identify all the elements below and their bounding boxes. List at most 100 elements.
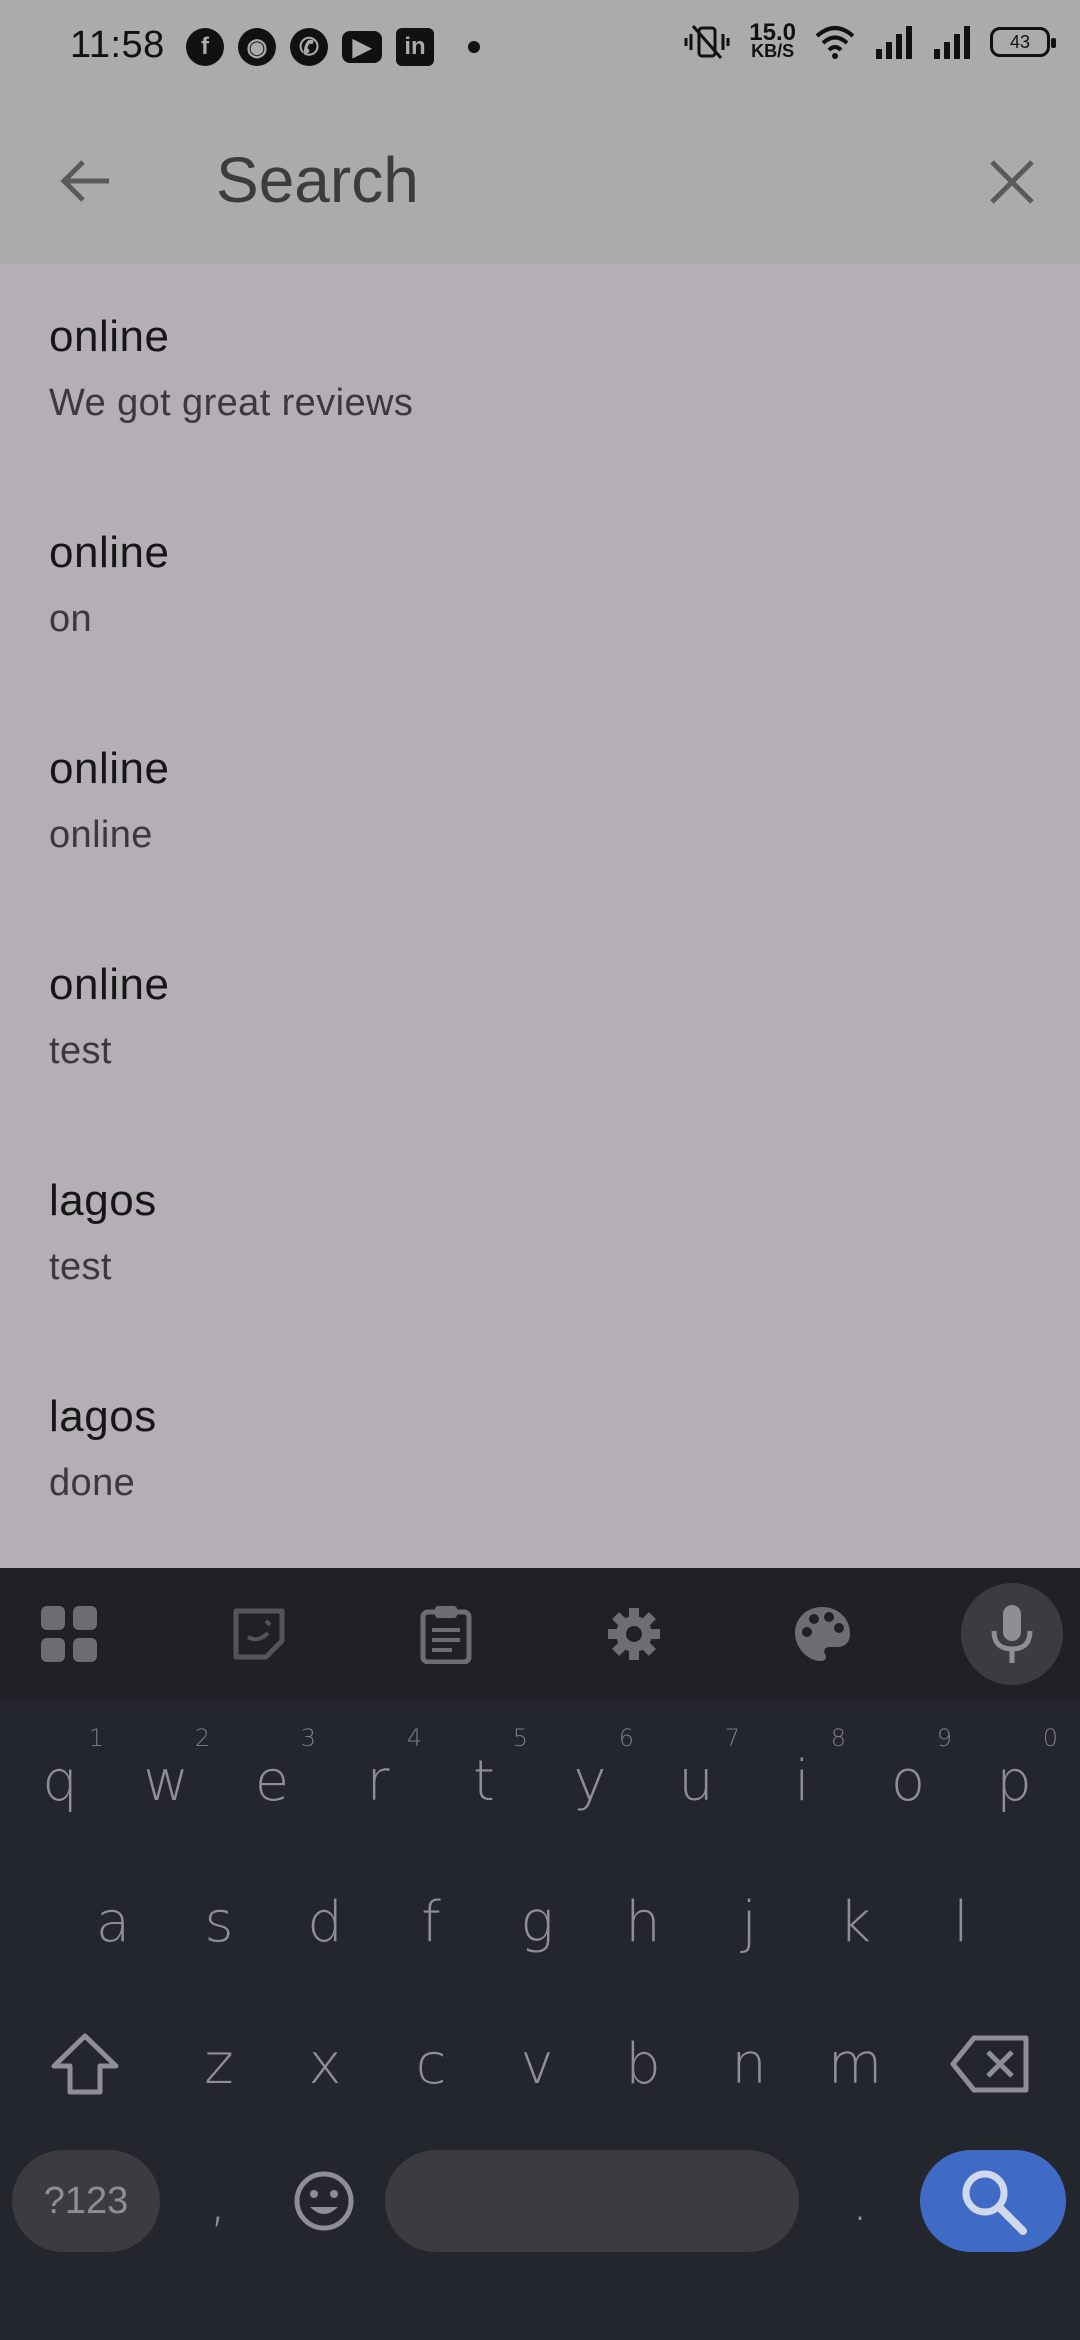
system-status: 15.0 KB/S 43 [683,19,1056,62]
list-item[interactable]: lagos test [0,1128,1080,1344]
grid-icon [41,1606,97,1662]
result-subtitle: test [49,1030,112,1072]
key-i[interactable]: i8 [752,1716,852,1846]
sticker-icon [233,1608,285,1660]
clipboard-button[interactable] [410,1598,482,1670]
key-d[interactable]: d [275,1857,375,1987]
wifi-icon [815,26,855,59]
youtube-icon: ▶ [342,31,382,63]
key-q[interactable]: q1 [10,1716,110,1846]
key-hint: 4 [406,1724,422,1752]
key-y[interactable]: y6 [540,1716,640,1846]
result-subtitle: test [49,1246,112,1288]
key-hint: 0 [1042,1724,1058,1752]
search-app-bar [0,96,1080,264]
gear-icon [608,1608,660,1660]
search-action-key[interactable] [920,2150,1066,2252]
facebook-icon: f [186,28,224,66]
key-hint: 6 [618,1724,634,1752]
result-title: lagos [49,1392,157,1441]
key-s[interactable]: s [169,1857,269,1987]
result-subtitle: done [49,1462,136,1504]
key-hint: 1 [88,1724,104,1752]
key-v[interactable]: v [487,1999,587,2129]
key-x[interactable]: x [275,1999,375,2129]
search-input[interactable] [216,132,916,228]
result-title: lagos [49,1176,157,1225]
list-item[interactable]: lagos done [0,1344,1080,1560]
key-label: o [890,1748,926,1814]
notification-icons: f ◉ ✆ ▶ in [186,28,480,66]
search-icon [962,2170,1027,2235]
speed-value: 15.0 [749,19,796,46]
key-l[interactable]: l [911,1857,1011,1987]
microphone-icon [991,1605,1033,1663]
linkedin-icon: in [396,28,434,66]
key-g[interactable]: g [487,1857,587,1987]
key-label: w [143,1748,189,1814]
key-r[interactable]: r4 [328,1716,428,1846]
key-a[interactable]: a [63,1857,163,1987]
key-label: e [254,1748,290,1814]
result-title: online [49,312,170,361]
comma-key[interactable]: , [168,2136,268,2266]
keyboard-toolbar [0,1568,1080,1700]
speed-unit: KB/S [751,41,795,61]
clear-button[interactable] [976,146,1048,218]
key-label: p [996,1748,1032,1814]
key-e[interactable]: e3 [222,1716,322,1846]
key-label: y [573,1748,607,1814]
settings-button[interactable] [598,1598,670,1670]
emoji-key[interactable] [274,2136,374,2266]
result-subtitle: on [49,598,93,640]
signal-2-icon [934,26,970,59]
key-w[interactable]: w2 [116,1716,216,1846]
list-item[interactable]: online We got great reviews [0,264,1080,480]
snapchat-icon: ◉ [238,28,276,66]
list-item[interactable]: online test [0,912,1080,1128]
symbols-key[interactable]: ?123 [12,2150,160,2252]
clipboard-icon [420,1606,472,1664]
backspace-key[interactable] [940,1999,1040,2129]
key-k[interactable]: k [805,1857,905,1987]
arrow-left-icon [60,160,109,202]
key-hint: 5 [512,1724,528,1752]
result-title: online [49,528,170,577]
key-label: t [473,1748,495,1814]
key-j[interactable]: j [699,1857,799,1987]
key-h[interactable]: h [593,1857,693,1987]
key-hint: 3 [300,1724,316,1752]
backspace-icon [950,2035,1029,2093]
period-key[interactable]: . [810,2136,910,2266]
battery-indicator: 43 [990,27,1056,57]
key-label: i [794,1748,810,1814]
shift-key[interactable] [35,1999,135,2129]
key-t[interactable]: t5 [434,1716,534,1846]
space-bar[interactable] [385,2150,799,2252]
key-m[interactable]: m [805,1999,905,2129]
key-u[interactable]: u7 [646,1716,746,1846]
theme-button[interactable] [786,1598,858,1670]
key-c[interactable]: c [381,1999,481,2129]
list-item[interactable]: online on [0,480,1080,696]
more-notifications-dot [468,41,480,53]
result-subtitle: online [49,814,153,856]
apps-grid-button[interactable] [33,1598,105,1670]
list-item[interactable]: online online [0,696,1080,912]
sticker-button[interactable] [223,1598,295,1670]
signal-1-icon [876,26,912,59]
key-o[interactable]: o9 [858,1716,958,1846]
key-hint: 2 [194,1724,210,1752]
vibrate-off-icon [684,25,730,59]
key-n[interactable]: n [699,1999,799,2129]
key-label: r [366,1748,390,1814]
key-hint: 7 [724,1724,740,1752]
key-f[interactable]: f [381,1857,481,1987]
back-button[interactable] [50,146,120,216]
voice-input-button[interactable] [961,1583,1063,1685]
key-b[interactable]: b [593,1999,693,2129]
key-p[interactable]: p0 [964,1716,1064,1846]
key-label: q [42,1748,78,1814]
search-results-list: online We got great reviews online on on… [0,264,1080,1568]
key-z[interactable]: z [169,1999,269,2129]
